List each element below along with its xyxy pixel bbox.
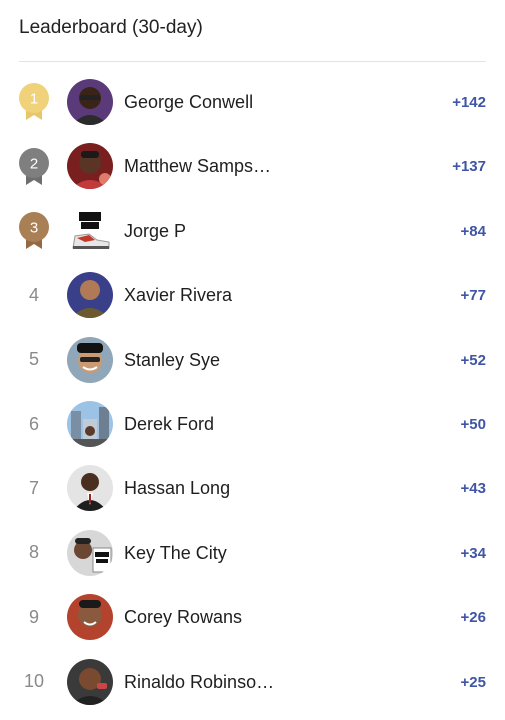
player-name[interactable]: Derek Ford [124,414,214,435]
leaderboard-row[interactable]: 5 Stanley Sye +52 [0,328,505,392]
avatar[interactable] [67,272,113,319]
leaderboard-list: 1 George Conwell +142 2 Matthew Samps… +… [0,70,505,714]
rank-number: 9 [28,606,39,627]
avatar[interactable] [67,529,113,576]
rank-number: 7 [28,478,39,499]
player-name[interactable]: Stanley Sye [124,350,220,371]
avatar-sneaker-logo[interactable] [67,207,113,254]
rank-number: 5 [28,349,39,370]
player-score: +142 [452,94,486,111]
avatar[interactable] [67,465,113,512]
leaderboard-row[interactable]: 3 Jorge P +84 [0,199,505,263]
rank-number: 4 [28,284,39,305]
leaderboard-row[interactable]: 9 Corey Rowans +26 [0,585,505,649]
player-score: +77 [460,287,486,305]
player-name[interactable]: Hassan Long [124,478,230,499]
rank-number: 6 [28,413,39,434]
leaderboard-row[interactable]: 4 Xavier Rivera +77 [0,263,505,327]
player-score: +43 [460,480,486,498]
medal-gold: 1 [17,82,51,122]
player-score: +52 [460,351,486,369]
medal-rank: 3 [30,219,38,236]
avatar[interactable] [67,336,113,383]
avatar[interactable] [67,400,113,447]
leaderboard-row[interactable]: 8 Key The City +34 [0,521,505,585]
leaderboard-row[interactable]: 6 Derek Ford +50 [0,392,505,456]
rank-number: 8 [28,542,39,563]
avatar[interactable] [67,143,113,190]
medal-rank: 2 [30,155,38,172]
avatar[interactable] [67,594,113,641]
leaderboard-row[interactable]: 10 Rinaldo Robinso… +25 [0,650,505,714]
player-name[interactable]: Key The City [124,543,227,564]
leaderboard-title: Leaderboard (30-day) [19,17,203,38]
player-name[interactable]: Corey Rowans [124,607,242,628]
player-score: +26 [460,609,486,627]
medal-rank: 1 [30,91,38,108]
player-name[interactable]: Matthew Samps… [124,156,271,177]
leaderboard: Leaderboard (30-day) 1 George Conwell +1… [0,0,505,720]
avatar[interactable] [67,658,113,705]
player-name[interactable]: Jorge P [124,221,186,242]
rank-number: 10 [23,671,45,692]
player-score: +137 [452,158,486,176]
medal-bronze: 3 [17,211,51,251]
player-score: +34 [460,544,486,562]
player-score: +50 [460,415,486,433]
player-name[interactable]: Xavier Rivera [124,285,232,306]
divider [19,61,486,62]
medal-silver: 2 [17,147,51,187]
avatar[interactable] [67,79,113,125]
player-name[interactable]: George Conwell [124,92,253,113]
player-score: +84 [460,222,486,240]
leaderboard-row[interactable]: 7 Hassan Long +43 [0,456,505,520]
player-name[interactable]: Rinaldo Robinso… [124,672,274,693]
leaderboard-row[interactable]: 2 Matthew Samps… +137 [0,134,505,198]
player-score: +25 [460,673,486,691]
leaderboard-row[interactable]: 1 George Conwell +142 [0,70,505,134]
